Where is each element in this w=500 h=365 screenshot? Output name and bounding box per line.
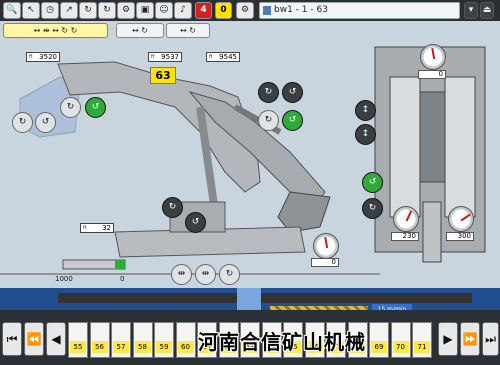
clock-icon[interactable]: ◷ bbox=[41, 2, 59, 19]
alarm-red-count[interactable]: 4 bbox=[195, 2, 212, 19]
side-button-1[interactable]: ↕ bbox=[355, 100, 376, 121]
timeline-cell[interactable]: 59 bbox=[154, 322, 174, 358]
center-shaft bbox=[422, 201, 442, 263]
settings-icon[interactable]: ⚙ bbox=[236, 2, 254, 19]
cursor-icon[interactable]: ↗ bbox=[60, 2, 78, 19]
unit-icon[interactable]: ⚙ bbox=[117, 2, 135, 19]
next-button[interactable]: ▶ bbox=[438, 322, 458, 356]
timeline-cell-label: 59 bbox=[156, 341, 172, 353]
bottom-tool-2[interactable]: ⇹ bbox=[195, 264, 216, 285]
timeline-cell-label: 56 bbox=[91, 341, 108, 353]
unit-icon[interactable]: ↻ bbox=[79, 2, 97, 19]
arm-readout: ft 32 bbox=[80, 223, 114, 233]
top-toolbar: 🔍 ↖ ◷ ↗ ↻ ↻ ⚙ ▣ ☺ ♪ 4 0 ⚙ bw1 - 1 - 63 ▾… bbox=[0, 0, 500, 21]
unit-icon[interactable]: ↻ bbox=[98, 2, 116, 19]
timeline-cell[interactable]: 71 bbox=[412, 322, 432, 358]
center-column bbox=[419, 91, 446, 183]
bell-icon[interactable]: ♪ bbox=[174, 2, 192, 19]
prev-fast-button[interactable]: ⏪ bbox=[24, 322, 44, 356]
timeline-cell-label: 60 bbox=[177, 341, 194, 353]
scale-left-label: 1000 bbox=[55, 275, 73, 283]
boom-active-button[interactable]: ↺ bbox=[85, 97, 106, 118]
timeline-cell[interactable]: 58 bbox=[132, 322, 153, 358]
first-button[interactable]: ⏮ bbox=[2, 322, 22, 356]
position-marker[interactable] bbox=[237, 288, 261, 310]
timeline-cell[interactable]: 56 bbox=[89, 322, 110, 358]
person-icon[interactable]: ☺ bbox=[155, 2, 173, 19]
pointer-icon[interactable]: ↖ bbox=[22, 2, 40, 19]
track-rotate-button[interactable]: ↻ bbox=[162, 197, 183, 218]
top-gauge-value: 0 bbox=[418, 70, 446, 79]
timeline-cell-label: 57 bbox=[113, 341, 129, 353]
alarm-yellow-count[interactable]: 0 bbox=[215, 2, 232, 19]
top-pressure-gauge bbox=[420, 44, 446, 70]
bucket bbox=[277, 191, 331, 233]
last-button[interactable]: ⏭ bbox=[482, 322, 499, 356]
rotate-right-button[interactable]: ↺ bbox=[35, 112, 56, 133]
right-cylinder-gauge bbox=[448, 206, 474, 232]
side-button-2[interactable]: ↕ bbox=[355, 124, 376, 145]
left-cylinder bbox=[389, 76, 421, 218]
lower-gauge bbox=[313, 233, 339, 259]
joint-button-1[interactable]: ↻ bbox=[258, 82, 279, 103]
right-cylinder bbox=[444, 76, 476, 218]
boom-readout-left: ft 3520 bbox=[26, 52, 60, 62]
joint-button-3[interactable]: ↻ bbox=[258, 110, 279, 131]
timeline-cell[interactable]: 57 bbox=[111, 322, 131, 358]
right-cylinder-value: 300 bbox=[446, 232, 474, 241]
side-button-3[interactable]: ↺ bbox=[362, 172, 383, 193]
bottom-tool-1[interactable]: ⇹ bbox=[171, 264, 192, 285]
status-track bbox=[58, 293, 472, 303]
left-cylinder-gauge bbox=[393, 206, 419, 232]
rotate-left-button[interactable]: ↻ bbox=[12, 112, 33, 133]
timeline-cell-label: 55 bbox=[70, 341, 86, 353]
left-cylinder-value: 230 bbox=[391, 232, 419, 241]
timeline-cell-label: 71 bbox=[414, 341, 430, 353]
track-button-2[interactable]: ↺ bbox=[185, 212, 206, 233]
lower-gauge-value: 0 bbox=[311, 258, 339, 267]
menu-icon[interactable]: ▾ bbox=[464, 2, 478, 19]
timeline-cell[interactable]: 55 bbox=[68, 322, 88, 358]
timeline-cell-label: 58 bbox=[134, 341, 151, 353]
prev-button[interactable]: ◀ bbox=[46, 322, 66, 356]
machine-stage: ft 3520 ft 9537 ft 9545 ft 32 63 ↻ ↺ ↻ ↺ ↻ ↺… bbox=[0, 22, 500, 308]
boom-control-button[interactable]: ↻ bbox=[60, 97, 81, 118]
joint-button-4[interactable]: ↺ bbox=[282, 110, 303, 131]
joint-button-2[interactable]: ↺ bbox=[282, 82, 303, 103]
bottom-tool-3[interactable]: ↻ bbox=[219, 264, 240, 285]
boom-readout-mid: ft 9537 bbox=[148, 52, 182, 62]
watermark-text: 河南合信矿山机械 bbox=[198, 330, 366, 354]
next-fast-button[interactable]: ⏩ bbox=[460, 322, 480, 356]
side-button-4[interactable]: ↻ bbox=[362, 198, 383, 219]
window-title[interactable]: bw1 - 1 - 63 bbox=[259, 2, 460, 19]
status-strip: 15 m/min bbox=[0, 288, 500, 318]
document-icon bbox=[263, 6, 271, 15]
magnifier-icon[interactable]: 🔍 bbox=[3, 2, 21, 19]
camera-icon[interactable]: ▣ bbox=[136, 2, 154, 19]
boom-readout-right: ft 9545 bbox=[206, 52, 240, 62]
scale-right-label: 0 bbox=[120, 275, 125, 283]
timeline-cell[interactable]: 60 bbox=[175, 322, 196, 358]
machine-number-badge: 63 bbox=[150, 67, 176, 84]
eject-icon[interactable]: ⏏ bbox=[480, 2, 494, 19]
